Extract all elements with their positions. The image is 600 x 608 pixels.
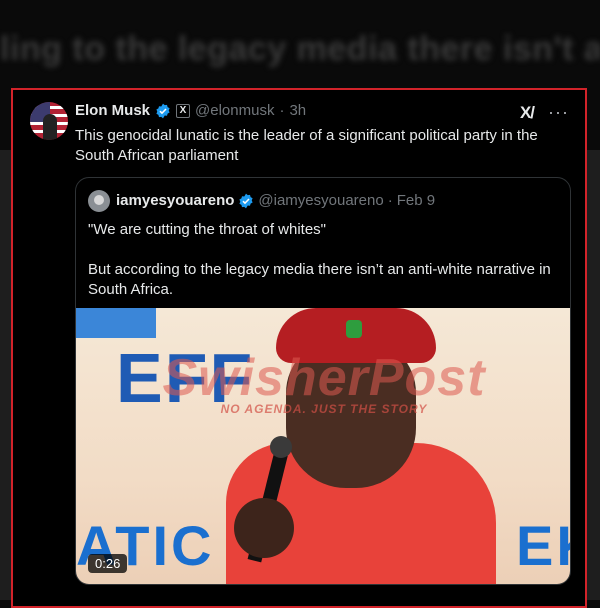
watermark-brand: SwisherPost <box>162 349 486 407</box>
microphone-icon <box>270 436 292 458</box>
background-panel-right <box>586 150 600 600</box>
video-player[interactable]: EFF ATIC EK SwisherPost NO AGENDA. JUST … <box>76 308 570 584</box>
grok-icon[interactable]: X/ <box>520 103 535 123</box>
more-options-icon[interactable]: ··· <box>548 102 569 123</box>
background-headline: ling to the legacy media there isn't an … <box>0 30 600 68</box>
video-duration-badge: 0:26 <box>88 554 128 573</box>
post-time[interactable]: 3h <box>289 102 306 119</box>
quoted-header-separator: · <box>387 192 393 209</box>
post-actions: X/ ··· <box>520 102 569 123</box>
quoted-post-header: iamyesyouareno @iamyesyouareno · Feb 9 <box>116 192 435 209</box>
post-text: This genocidal lunatic is the leader of … <box>75 127 538 164</box>
video-speaker-hand <box>234 498 294 558</box>
affiliate-x-badge-icon: X <box>176 103 191 118</box>
author-avatar[interactable] <box>30 102 68 140</box>
verified-badge-icon <box>156 103 170 118</box>
author-handle[interactable]: @elonmusk <box>195 102 274 119</box>
verified-badge-icon <box>239 193 253 208</box>
video-banner-right: EK <box>516 514 570 577</box>
author-name[interactable]: Elon Musk <box>75 102 150 119</box>
header-separator: · <box>279 102 285 119</box>
quoted-author-handle[interactable]: @iamyesyouareno <box>258 192 383 209</box>
quoted-post[interactable]: iamyesyouareno @iamyesyouareno · Feb 9 "… <box>75 177 571 585</box>
post-header: Elon Musk X @elonmusk · 3h <box>75 102 306 119</box>
quoted-text-line1: "We are cutting the throat of whites" <box>88 221 326 238</box>
quoted-author-avatar[interactable] <box>88 190 110 212</box>
watermark-tagline: NO AGENDA. JUST THE STORY <box>220 402 428 416</box>
quoted-text-line2: But according to the legacy media there … <box>88 261 551 298</box>
quoted-post-date[interactable]: Feb 9 <box>397 192 435 209</box>
beret-pin-icon <box>346 320 362 338</box>
post-card: Elon Musk X @elonmusk · 3h X/ ··· This g… <box>11 88 587 608</box>
quoted-author-name[interactable]: iamyesyouareno <box>116 192 234 209</box>
watermark: SwisherPost NO AGENDA. JUST THE STORY <box>76 348 570 416</box>
video-banner-tab <box>76 308 156 338</box>
quoted-post-text: "We are cutting the throat of whites" Bu… <box>88 220 558 320</box>
